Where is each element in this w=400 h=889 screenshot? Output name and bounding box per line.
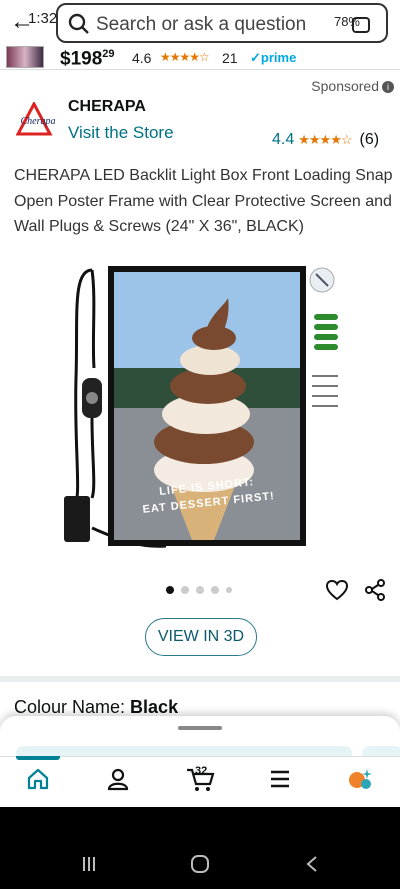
gallery-dot [211, 586, 219, 594]
sticky-price: $19829 [60, 48, 115, 70]
view-in-3d-button[interactable]: VIEW IN 3D [145, 618, 257, 656]
menu-icon [269, 769, 291, 794]
colour-value: Black [130, 697, 179, 717]
colour-name: Colour Name: Black [14, 697, 178, 718]
nav-home[interactable] [16, 756, 60, 797]
gallery-dot [181, 586, 189, 594]
bottom-navigation: 32 [0, 756, 400, 804]
nav-ai-assistant[interactable] [340, 765, 380, 797]
status-time: 1:32 [28, 10, 58, 27]
share-icon[interactable] [364, 579, 386, 606]
sponsored-label[interactable]: Sponsored i [311, 78, 394, 94]
info-icon: i [382, 81, 394, 93]
gallery-dot [196, 586, 204, 594]
search-placeholder: Search or ask a question [96, 14, 307, 35]
camera-icon[interactable] [352, 17, 370, 33]
system-navigation-bar [0, 807, 400, 889]
recent-apps-icon[interactable] [80, 855, 98, 878]
sheet-drag-handle[interactable] [178, 726, 222, 730]
product-rating[interactable]: 4.4 ★★★★☆ (6) [272, 131, 379, 149]
home-icon [26, 767, 50, 796]
cart-count-badge: 32 [195, 765, 208, 777]
account-icon [106, 767, 130, 796]
ai-assistant-icon [347, 767, 373, 796]
sticky-rating: 4.6 [132, 50, 152, 66]
nav-cart[interactable]: 32 [180, 765, 220, 797]
search-input[interactable]: Search or ask a question 78% [56, 3, 388, 43]
nav-menu[interactable] [260, 765, 300, 797]
sticky-review-count: 21 [222, 50, 238, 66]
sticky-product-strip[interactable]: $19829 4.6 ★★★★☆ 21 ✓prime [0, 46, 400, 70]
section-divider [0, 676, 400, 682]
brand-name: CHERAPA [68, 98, 146, 115]
gallery-dots[interactable] [166, 586, 232, 594]
gallery-dot [226, 587, 232, 593]
rating-stars: ★★★★☆ [298, 132, 352, 147]
visit-store-link[interactable]: Visit the Store [68, 123, 174, 143]
product-title: CHERAPA LED Backlit Light Box Front Load… [14, 167, 393, 235]
svg-text:Cherapa: Cherapa [21, 116, 56, 127]
brand-logo[interactable]: Cherapa [15, 100, 60, 138]
home-button-icon[interactable] [190, 855, 210, 878]
nav-account[interactable] [98, 765, 138, 797]
prime-badge: ✓prime [250, 50, 297, 65]
search-icon [68, 13, 90, 40]
rating-value: 4.4 [272, 131, 295, 148]
product-image[interactable]: LIFE IS SHORT: EAT DESSERT FIRST! [56, 258, 346, 558]
product-thumbnail [6, 46, 44, 68]
rating-count: (6) [359, 131, 380, 148]
sticky-stars: ★★★★☆ [160, 50, 210, 64]
top-search-bar: ← 1:32 Search or ask a question 78% [0, 0, 400, 48]
gallery-dot [166, 586, 174, 594]
back-button-icon[interactable] [304, 855, 320, 878]
heart-icon[interactable] [325, 579, 349, 606]
colour-label: Colour Name: [14, 697, 131, 717]
